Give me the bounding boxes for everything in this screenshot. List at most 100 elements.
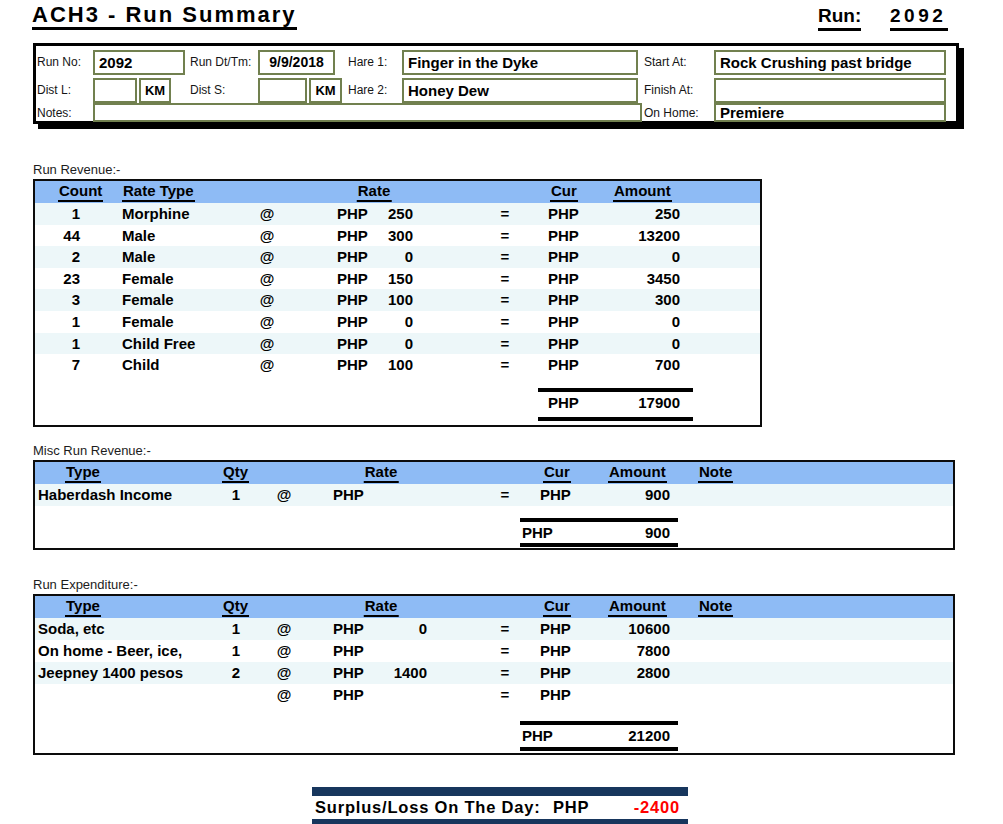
equals-symbol: = bbox=[501, 268, 510, 289]
revenue-rate: 100 bbox=[323, 354, 413, 375]
exp-amount: 7800 bbox=[570, 640, 670, 661]
page: ACH3 - Run Summary Run: 2092 Run No: 2 0 9… bbox=[0, 0, 1003, 824]
amount-currency: PHP bbox=[548, 268, 579, 289]
revenue-total-amount: 17900 bbox=[580, 393, 680, 413]
revenue-rate-type: Female bbox=[122, 311, 174, 332]
revenue-amount: 0 bbox=[580, 311, 680, 332]
misc-row: Haberdash Income1@PHP=PHP900 bbox=[35, 484, 953, 506]
amount-currency: PHP bbox=[548, 203, 579, 224]
exp-header-rate: Rate bbox=[364, 598, 399, 617]
equals-symbol: = bbox=[501, 640, 510, 661]
revenue-header-cur: Cur bbox=[550, 183, 578, 202]
equals-symbol: = bbox=[501, 484, 510, 505]
revenue-row: 3Female@PHP100=PHP300 bbox=[35, 289, 760, 311]
at-symbol: @ bbox=[260, 354, 275, 375]
start-at-field[interactable]: Rock Crushing past bridge bbox=[714, 50, 946, 75]
at-symbol: @ bbox=[260, 333, 275, 354]
misc-total-cur: PHP bbox=[522, 523, 553, 543]
misc-revenue-header-row: Type Qty Rate Cur Amount Note bbox=[35, 462, 953, 484]
start-at-label: Start At: bbox=[644, 56, 687, 69]
amount-currency: PHP bbox=[540, 618, 571, 639]
amount-currency: PHP bbox=[540, 640, 571, 661]
expenditure-header-row: Type Qty Rate Cur Amount Note bbox=[35, 596, 953, 618]
exp-amount: 10600 bbox=[570, 618, 670, 639]
revenue-count: 1 bbox=[35, 311, 80, 332]
exp-type: Jeepney 1400 pesos bbox=[38, 662, 183, 683]
on-home-value: Premiere bbox=[716, 105, 944, 120]
revenue-row: 2Male@PHP0=PHP0 bbox=[35, 246, 760, 268]
revenue-rate-type: Child bbox=[122, 354, 160, 375]
revenue-rate-type: Child Free bbox=[122, 333, 195, 354]
revenue-rate: 250 bbox=[323, 203, 413, 224]
run-no-field[interactable]: 2092 bbox=[93, 50, 185, 75]
run-label-wrap: Run: bbox=[818, 5, 861, 31]
equals-symbol: = bbox=[501, 246, 510, 267]
equals-symbol: = bbox=[501, 333, 510, 354]
revenue-rows: 1Morphine@PHP250=PHP25044Male@PHP300=PHP… bbox=[35, 203, 760, 376]
exp-row: Jeepney 1400 pesos2@PHP1400=PHP2800 bbox=[35, 662, 953, 684]
revenue-rate: 300 bbox=[323, 225, 413, 246]
finish-at-label: Finish At: bbox=[644, 84, 693, 97]
amount-currency: PHP bbox=[540, 684, 571, 705]
summary-amount: -2400 bbox=[580, 799, 680, 816]
expenditure-rows: Soda, etc1@PHP0=PHP10600On home - Beer, … bbox=[35, 618, 953, 706]
finish-at-field[interactable] bbox=[714, 78, 946, 103]
equals-symbol: = bbox=[501, 203, 510, 224]
exp-total-amount: 21200 bbox=[570, 726, 670, 746]
at-symbol: @ bbox=[260, 311, 275, 332]
revenue-total-rule-bottom bbox=[538, 417, 693, 421]
hare1-field[interactable]: Finger in the Dyke bbox=[402, 50, 638, 75]
revenue-rate: 0 bbox=[323, 333, 413, 354]
amount-currency: PHP bbox=[540, 484, 571, 505]
misc-revenue-table: Type Qty Rate Cur Amount Note Haberdash … bbox=[33, 460, 955, 550]
revenue-rate-type: Female bbox=[122, 268, 174, 289]
equals-symbol: = bbox=[501, 225, 510, 246]
dist-l-field[interactable] bbox=[93, 78, 137, 103]
run-dttm-field[interactable]: 9/9/2018 bbox=[258, 50, 335, 75]
hare2-field[interactable]: Honey Dew bbox=[402, 78, 638, 103]
rate-currency: PHP bbox=[333, 484, 364, 505]
equals-symbol: = bbox=[501, 311, 510, 332]
at-symbol: @ bbox=[260, 289, 275, 310]
revenue-rate: 150 bbox=[323, 268, 413, 289]
exp-header-qty: Qty bbox=[222, 598, 249, 617]
revenue-header-row: Count Rate Type Rate Cur Amount bbox=[35, 181, 760, 203]
revenue-total-cur: PHP bbox=[548, 393, 579, 413]
amount-currency: PHP bbox=[548, 225, 579, 246]
revenue-total-rule-top bbox=[538, 388, 693, 392]
revenue-amount: 300 bbox=[580, 289, 680, 310]
summary-rule-top bbox=[312, 787, 688, 796]
on-home-field[interactable]: Premiere bbox=[714, 103, 946, 122]
misc-revenue-section-label: Misc Run Revenue:- bbox=[33, 443, 151, 458]
exp-total-rule-top bbox=[520, 721, 678, 725]
run-label: Run: bbox=[818, 5, 861, 31]
dist-l-unit: KM bbox=[141, 80, 169, 101]
exp-row: Soda, etc1@PHP0=PHP10600 bbox=[35, 618, 953, 640]
misc-total-rule-top bbox=[520, 518, 678, 522]
summary-label: Surplus/Loss On The Day: bbox=[315, 799, 540, 816]
notes-field[interactable] bbox=[93, 103, 642, 122]
revenue-rate-type: Morphine bbox=[122, 203, 190, 224]
at-symbol: @ bbox=[260, 268, 275, 289]
revenue-count: 3 bbox=[35, 289, 80, 310]
revenue-rate: 0 bbox=[323, 246, 413, 267]
dist-s-unit-box: KM bbox=[309, 78, 342, 103]
run-dttm-label: Run Dt/Tm: bbox=[190, 56, 251, 69]
revenue-row: 1Female@PHP0=PHP0 bbox=[35, 311, 760, 333]
dist-s-field[interactable] bbox=[258, 78, 307, 103]
misc-revenue-rows: Haberdash Income1@PHP=PHP900 bbox=[35, 484, 953, 506]
hare2-value: Honey Dew bbox=[404, 80, 636, 101]
run-no-label: Run No: bbox=[37, 56, 81, 69]
misc-header-type: Type bbox=[65, 464, 101, 483]
rate-currency: PHP bbox=[333, 640, 364, 661]
equals-symbol: = bbox=[501, 662, 510, 683]
revenue-count: 2 bbox=[35, 246, 80, 267]
exp-qty: 1 bbox=[190, 618, 240, 639]
equals-symbol: = bbox=[501, 289, 510, 310]
page-title: ACH3 - Run Summary bbox=[32, 4, 297, 30]
at-symbol: @ bbox=[277, 662, 292, 683]
revenue-count: 1 bbox=[35, 203, 80, 224]
exp-amount: 2800 bbox=[570, 662, 670, 683]
hare1-value: Finger in the Dyke bbox=[404, 52, 636, 73]
misc-header-qty: Qty bbox=[222, 464, 249, 483]
